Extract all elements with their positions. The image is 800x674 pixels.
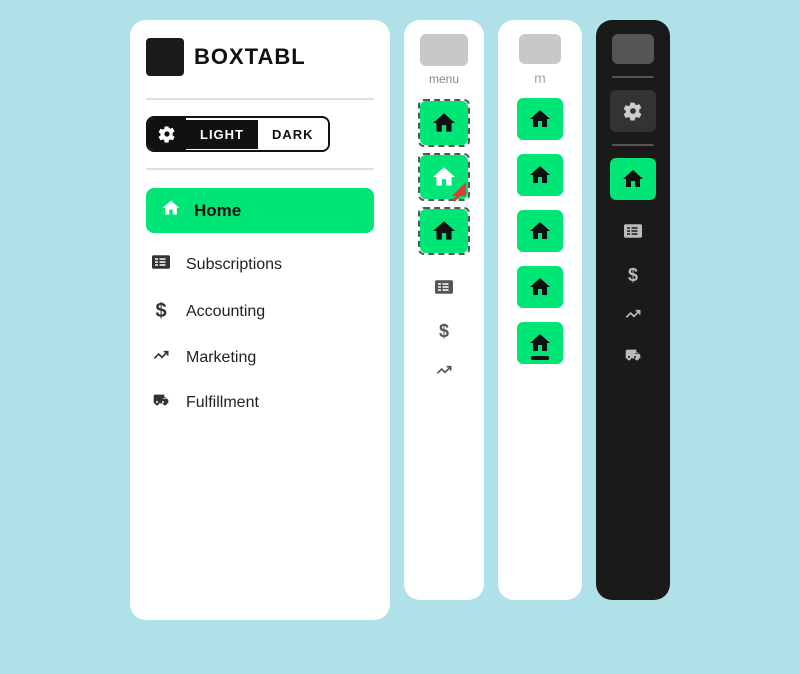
nav-item-accounting[interactable]: $ Accounting — [146, 290, 374, 333]
theme-dark-button[interactable]: DARK — [258, 120, 328, 149]
nav-item-marketing[interactable]: Marketing — [146, 337, 374, 378]
nav-marketing-label: Marketing — [186, 349, 256, 367]
home-btn-selected-1[interactable] — [418, 99, 470, 147]
dollar-icon-panel1: $ — [439, 321, 449, 342]
menu-label-m: m — [534, 70, 546, 86]
home-btn-selected-3[interactable] — [418, 207, 470, 255]
divider-1 — [146, 98, 374, 100]
home-btn-mini-5[interactable] — [517, 322, 563, 364]
nav-subscriptions-label: Subscriptions — [186, 256, 282, 274]
nav-home-label: Home — [194, 201, 241, 221]
home-icon-btn-3[interactable] — [420, 209, 468, 253]
nav-item-subscriptions[interactable]: Subscriptions — [146, 243, 374, 286]
gear-button-dark[interactable] — [610, 90, 656, 132]
truck-icon — [150, 392, 172, 413]
placeholder-dark-top — [612, 34, 654, 64]
trending-icon-panel1 — [433, 362, 455, 383]
home-btn-dark[interactable] — [610, 158, 656, 200]
subs-icon-panel1 — [434, 278, 454, 301]
placeholder-top-mini — [519, 34, 561, 64]
sidebar-main: BOXTABL LIGHT DARK Home Subscriptions $ … — [130, 20, 390, 620]
trending-icon-dark — [622, 306, 644, 327]
theme-dark-side — [148, 118, 186, 150]
home-btn-selected-2[interactable] — [418, 153, 470, 201]
home-icon-btn-1[interactable] — [420, 101, 468, 145]
logo-text: BOXTABL — [194, 44, 306, 70]
nav-item-fulfillment[interactable]: Fulfillment — [146, 382, 374, 423]
panel-menu-full: menu $ — [404, 20, 484, 600]
dark-divider-2 — [612, 144, 654, 146]
home-icon-btn-2[interactable] — [420, 155, 468, 199]
sidebar-header: BOXTABL — [146, 38, 306, 76]
dollar-icon-dark: $ — [628, 265, 638, 286]
home-icon — [160, 198, 182, 223]
placeholder-top — [420, 34, 468, 66]
panel-dark: $ — [596, 20, 670, 600]
theme-toggle[interactable]: LIGHT DARK — [146, 116, 330, 152]
menu-label: menu — [429, 72, 459, 86]
home-btn-mini-4[interactable] — [517, 266, 563, 308]
subscriptions-icon — [150, 253, 172, 276]
nav-accounting-label: Accounting — [186, 303, 265, 321]
nav-item-home[interactable]: Home — [146, 188, 374, 233]
trending-icon — [150, 347, 172, 368]
panel-mini: m — [498, 20, 582, 600]
home-btn-mini-1[interactable] — [517, 98, 563, 140]
home-btn-mini-3[interactable] — [517, 210, 563, 252]
truck-icon-dark — [622, 347, 644, 368]
home-btn-mini-2[interactable] — [517, 154, 563, 196]
gear-icon — [158, 125, 176, 143]
nav-fulfillment-label: Fulfillment — [186, 394, 259, 412]
subs-icon-dark — [623, 222, 643, 245]
dark-divider-1 — [612, 76, 654, 78]
divider-2 — [146, 168, 374, 170]
dollar-icon: $ — [150, 300, 172, 323]
theme-light-button[interactable]: LIGHT — [186, 120, 258, 149]
logo-box — [146, 38, 184, 76]
